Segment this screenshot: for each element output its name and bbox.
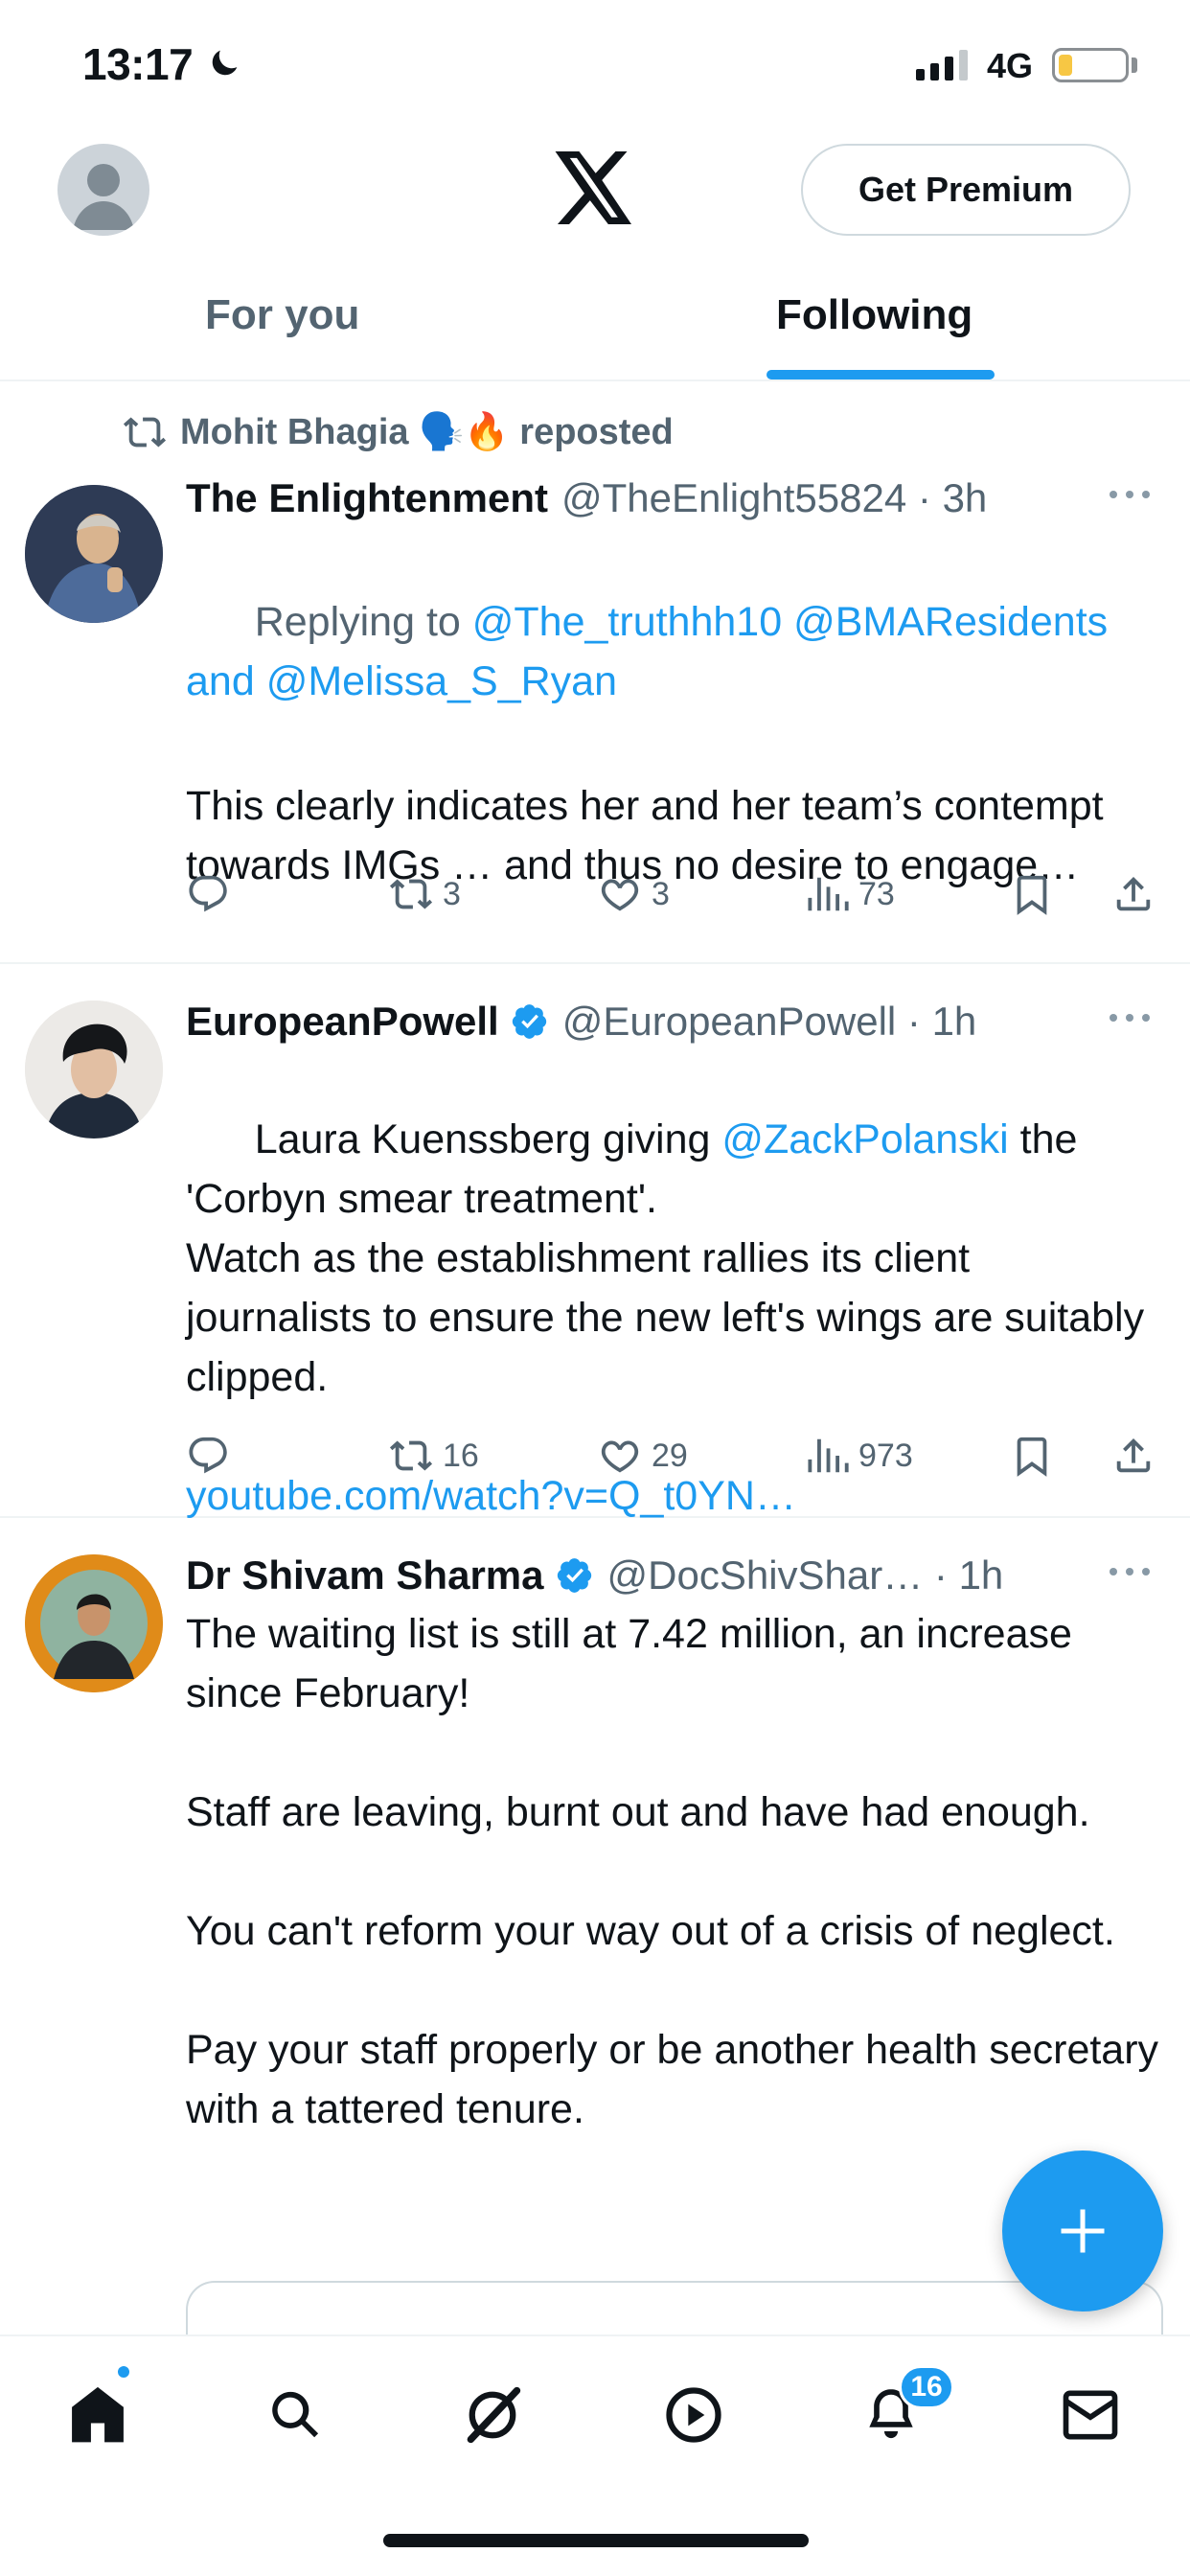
more-options-icon[interactable] [1104,475,1156,514]
like-count: 29 [652,1437,688,1474]
repost-context: Mohit Bhagia 🗣️🔥 reposted [123,410,674,454]
views-button[interactable]: 973 [805,1434,913,1478]
mention-link[interactable]: @Melissa_S_Ryan [266,658,617,704]
bookmark-icon [1017,875,1047,915]
tweet[interactable]: Mohit Bhagia 🗣️🔥 reposted The Enlightenm… [0,383,1190,964]
post-time: 1h [931,999,977,1044]
author-name[interactable]: EuropeanPowell [186,999,499,1045]
retweet-button[interactable]: 16 [389,1434,479,1478]
nav-search[interactable] [257,2377,333,2453]
x-logo-icon[interactable] [555,151,635,224]
status-time: 13:17 [82,39,194,89]
status-bar: 13:17 4G [0,0,1190,134]
tab-following[interactable]: Following [776,291,973,339]
nav-video[interactable] [655,2377,732,2453]
nav-grok[interactable] [454,2377,531,2453]
notifications-badge: 16 [899,2365,954,2409]
like-button[interactable]: 3 [598,872,670,916]
compose-button[interactable] [1002,2150,1163,2312]
more-options-icon[interactable] [1104,999,1156,1037]
like-count: 3 [652,875,670,912]
bookmark-button[interactable] [1010,1434,1054,1478]
home-indicator [383,2534,809,2547]
verified-badge-icon [557,1558,591,1593]
author-handle[interactable]: @TheEnlight55824 · 3h [561,475,987,521]
active-tab-indicator [767,370,995,380]
retweet-icon [389,879,433,909]
author-name[interactable]: Dr Shivam Sharma [186,1552,544,1598]
views-count: 73 [858,875,895,912]
like-button[interactable]: 29 [598,1434,688,1478]
heart-icon [601,879,639,911]
moon-icon [212,50,238,76]
network-label: 4G [987,46,1034,85]
mail-icon [1063,2390,1118,2440]
grok-icon [467,2386,521,2444]
repost-by-label: Mohit Bhagia 🗣️🔥 reposted [180,412,674,452]
mention-link[interactable]: @ZackPolanski [721,1116,1008,1162]
author-avatar[interactable] [25,1554,163,1692]
timeline-tabs: For you Following [0,259,1190,381]
default-avatar-icon [73,164,134,230]
profile-avatar[interactable] [57,144,149,236]
get-premium-button[interactable]: Get Premium [801,144,1131,236]
post-time: 1h [958,1552,1004,1598]
retweet-count: 3 [443,875,461,912]
post-time: 3h [942,475,988,520]
author-avatar[interactable] [25,485,163,623]
verified-badge-icon [512,1004,546,1039]
repost-icon [123,417,167,448]
reply-context: Replying to @The_truthhh10 @BMAResidents… [186,599,1109,704]
tab-for-you[interactable]: For you [205,291,359,339]
share-button[interactable] [1111,872,1156,916]
share-button[interactable] [1111,1434,1156,1478]
reply-button[interactable] [186,1434,230,1478]
bookmark-icon [1017,1437,1047,1477]
bookmark-button[interactable] [1010,872,1054,916]
reply-button[interactable] [186,872,230,916]
battery-icon [1052,48,1129,82]
play-icon [666,2387,721,2443]
views-icon [808,877,849,911]
share-icon [1116,876,1151,911]
views-icon [808,1438,849,1473]
author-handle[interactable]: @EuropeanPowell · 1h [562,999,977,1045]
retweet-button[interactable]: 3 [389,872,461,916]
share-icon [1116,1438,1151,1473]
author-name[interactable]: The Enlightenment [186,475,548,521]
nav-home[interactable] [59,2377,136,2453]
reply-icon [189,875,227,912]
retweet-icon [389,1440,433,1471]
home-icon [72,2386,124,2443]
tweet-actions: 3 3 73 [186,872,1165,930]
more-options-icon[interactable] [1104,1552,1156,1591]
quoted-tweet-card[interactable] [186,2281,1163,2338]
mention-link[interactable]: @The_truthhh10 [472,599,782,645]
search-icon [272,2391,319,2438]
home-unread-dot [115,2363,132,2380]
author-handle[interactable]: @DocShivShar… · 1h [607,1552,1004,1598]
tweet[interactable]: EuropeanPowell @EuropeanPowell · 1h Laur… [0,964,1190,1519]
mention-link[interactable]: @BMAResidents [793,599,1108,645]
retweet-count: 16 [443,1437,479,1474]
tweet-text: The waiting list is still at 7.42 millio… [186,1611,1159,2132]
plus-icon [1061,2209,1105,2253]
tweet-actions: 16 29 973 [186,1434,1165,1491]
author-avatar[interactable] [25,1000,163,1138]
signal-icon [916,48,968,80]
heart-icon [601,1440,639,1473]
nav-messages[interactable] [1052,2377,1129,2453]
tweet-text: Laura Kuenssberg giving @ZackPolanski th… [186,1116,1145,1400]
reply-icon [189,1437,227,1474]
views-button[interactable]: 73 [805,872,895,916]
views-count: 973 [858,1437,913,1474]
